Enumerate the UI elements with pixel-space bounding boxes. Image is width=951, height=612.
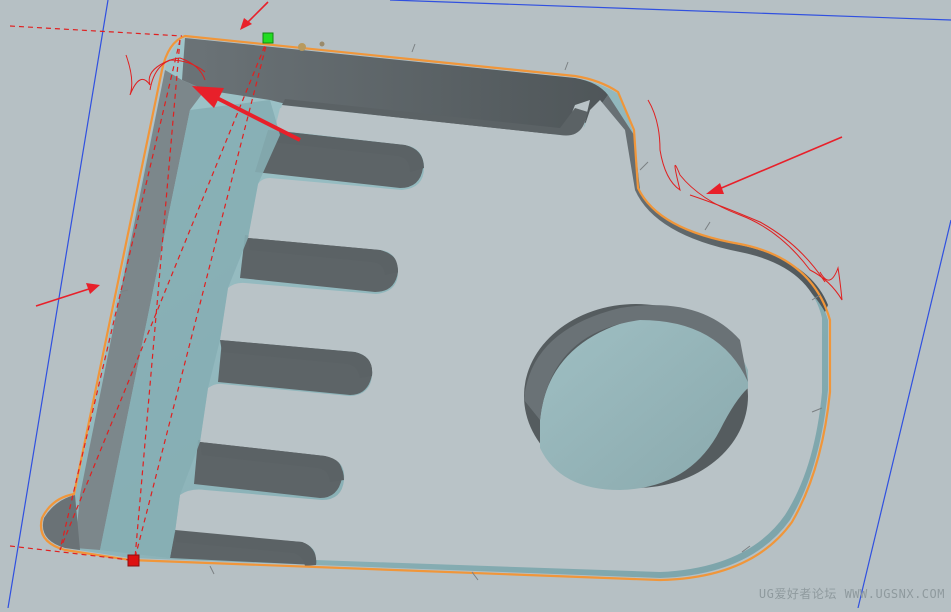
- green-square-icon[interactable]: [262, 32, 274, 44]
- model-view[interactable]: [0, 0, 951, 609]
- tool-position-dot: [298, 43, 306, 51]
- red-square-icon[interactable]: [127, 554, 140, 567]
- tool-position-dot-2: [319, 41, 325, 47]
- cad-3d-viewport[interactable]: [0, 0, 951, 609]
- watermark-text: UG爱好者论坛 WWW.UGSNX.COM: [758, 587, 945, 601]
